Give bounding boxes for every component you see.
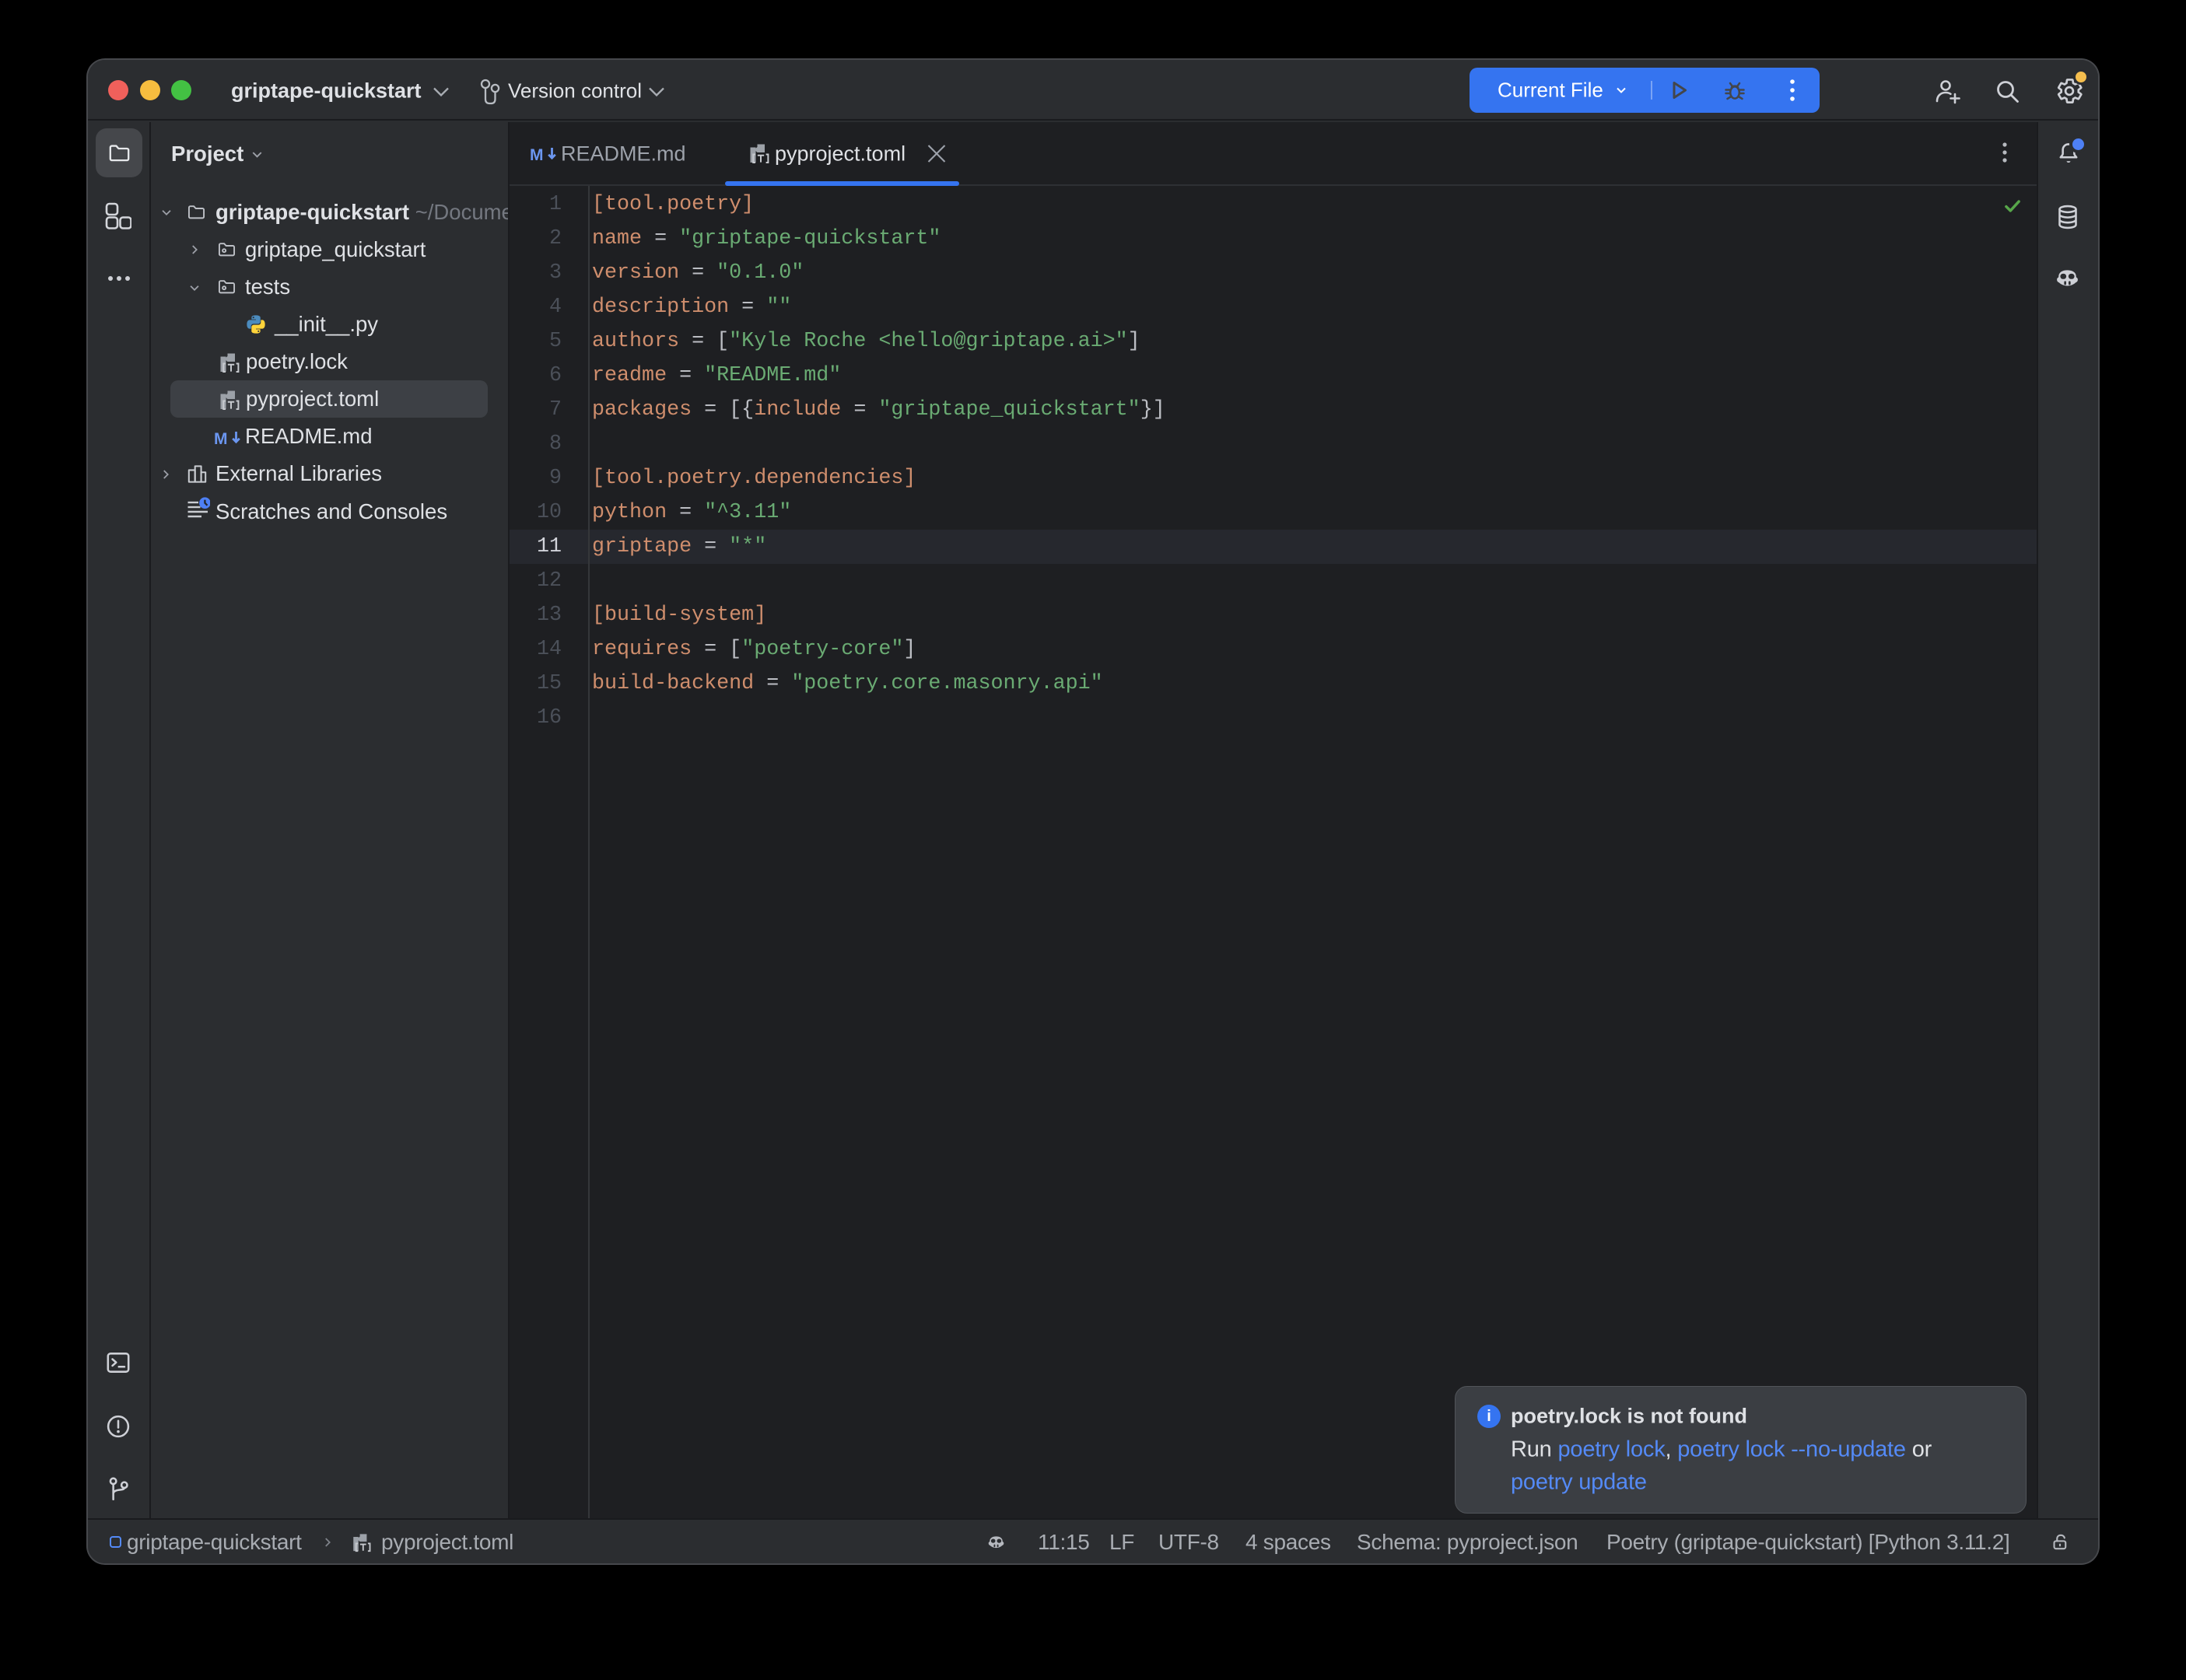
svg-text:M: M [530,146,544,164]
svg-text:M: M [214,430,228,448]
